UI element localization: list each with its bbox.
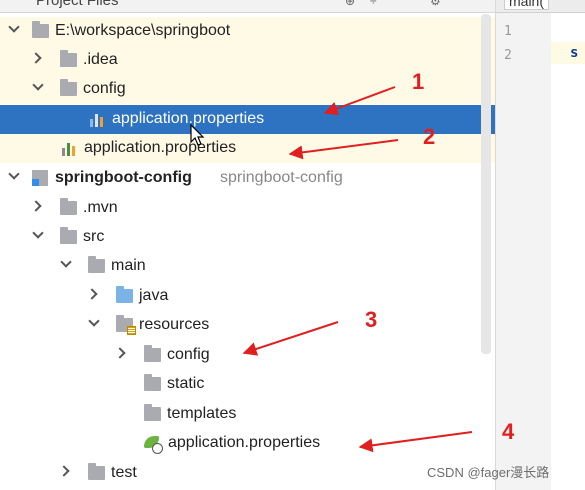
tree-item-module[interactable]: springboot-config springboot-config	[0, 164, 495, 193]
tree-item-label: src	[83, 228, 105, 245]
tree-item-label: .mvn	[83, 199, 118, 216]
module-path: springboot-config	[220, 169, 343, 186]
tree-item-resources[interactable]: resources	[0, 311, 495, 340]
chevron-right-icon[interactable]	[32, 52, 44, 64]
tree-item-label: main	[111, 257, 146, 274]
chevron-down-icon[interactable]	[60, 258, 72, 270]
panel-title: Project Files	[36, 0, 119, 9]
folder-icon	[88, 463, 105, 480]
line-number: 1	[504, 24, 512, 39]
tree-item-label: static	[167, 375, 205, 392]
annotation-label-1: 1	[412, 69, 425, 94]
tree-item-label: application.properties	[168, 434, 321, 451]
editor-panel: main( 1 2 s	[495, 0, 585, 490]
watermark: CSDN @fager漫长路	[427, 465, 550, 480]
chevron-down-icon[interactable]	[8, 23, 20, 35]
gear-icon[interactable]: ⚙	[430, 0, 442, 8]
tree-item-mvn[interactable]: .mvn	[0, 194, 495, 223]
tree-item-config-properties[interactable]: application.properties	[0, 105, 495, 134]
tree-item-label: java	[139, 287, 169, 304]
chevron-down-icon[interactable]	[8, 170, 20, 182]
chevron-right-icon[interactable]	[32, 200, 44, 212]
code-text[interactable]: s	[570, 45, 578, 61]
tree-item-label: .idea	[83, 51, 118, 68]
collapse-icon[interactable]: ÷	[370, 0, 382, 8]
tree-item-label: application.properties	[84, 139, 237, 156]
tree-item-root-folder[interactable]: E:\workspace\springboot	[0, 17, 495, 46]
resources-folder-icon	[116, 315, 136, 335]
tree-item-label: test	[111, 464, 137, 481]
chevron-right-icon[interactable]	[116, 347, 128, 359]
chevron-down-icon[interactable]	[32, 229, 44, 241]
annotation-label-2: 2	[423, 124, 436, 149]
editor-tabs: main(	[496, 0, 585, 13]
tree-item-test[interactable]: test	[0, 459, 495, 488]
tree-item-main[interactable]: main	[0, 252, 495, 281]
tree-item-templates[interactable]: templates	[0, 400, 495, 429]
folder-icon	[60, 79, 77, 96]
chevron-down-icon[interactable]	[88, 317, 100, 329]
panel-header: Project Files ⊕ ÷ ⚙	[0, 0, 495, 13]
chevron-down-icon[interactable]	[32, 81, 44, 93]
folder-icon	[144, 345, 161, 362]
tree-item-label: templates	[167, 405, 237, 422]
module-name: springboot-config	[55, 169, 192, 186]
folder-icon	[144, 404, 161, 421]
tree-item-root-properties[interactable]: application.properties	[0, 134, 495, 163]
properties-file-icon	[89, 111, 107, 129]
line-number: 2	[504, 48, 512, 63]
folder-icon	[60, 227, 77, 244]
vertical-scrollbar[interactable]	[481, 14, 491, 354]
tree-item-java[interactable]: java	[0, 282, 495, 311]
folder-icon	[32, 21, 49, 38]
folder-icon	[144, 374, 161, 391]
folder-icon	[88, 256, 105, 273]
tree-item-resources-properties[interactable]: application.properties	[0, 429, 495, 458]
tree-item-label: config	[83, 80, 126, 97]
current-line-highlight	[551, 42, 585, 64]
tree-item-label: application.properties	[112, 110, 265, 127]
tree-item-src[interactable]: src	[0, 223, 495, 252]
module-icon	[32, 170, 48, 186]
tree-item-resources-config[interactable]: config	[0, 341, 495, 370]
folder-icon	[60, 50, 77, 67]
tree-item-static[interactable]: static	[0, 370, 495, 399]
source-folder-icon	[116, 286, 133, 303]
spring-config-icon	[144, 436, 163, 454]
mouse-cursor-icon	[190, 124, 205, 146]
properties-file-icon	[61, 140, 79, 158]
chevron-right-icon[interactable]	[60, 465, 72, 477]
annotation-label-4: 4	[502, 419, 515, 444]
annotation-label-3: 3	[365, 307, 378, 332]
chevron-right-icon[interactable]	[88, 288, 100, 300]
editor-tab[interactable]: main(	[504, 0, 550, 10]
globe-icon[interactable]: ⊕	[345, 0, 357, 8]
tree-item-label: E:\workspace\springboot	[55, 22, 231, 39]
tree-item-label: resources	[139, 316, 210, 333]
tree-item-label: config	[167, 346, 210, 363]
folder-icon	[60, 198, 77, 215]
